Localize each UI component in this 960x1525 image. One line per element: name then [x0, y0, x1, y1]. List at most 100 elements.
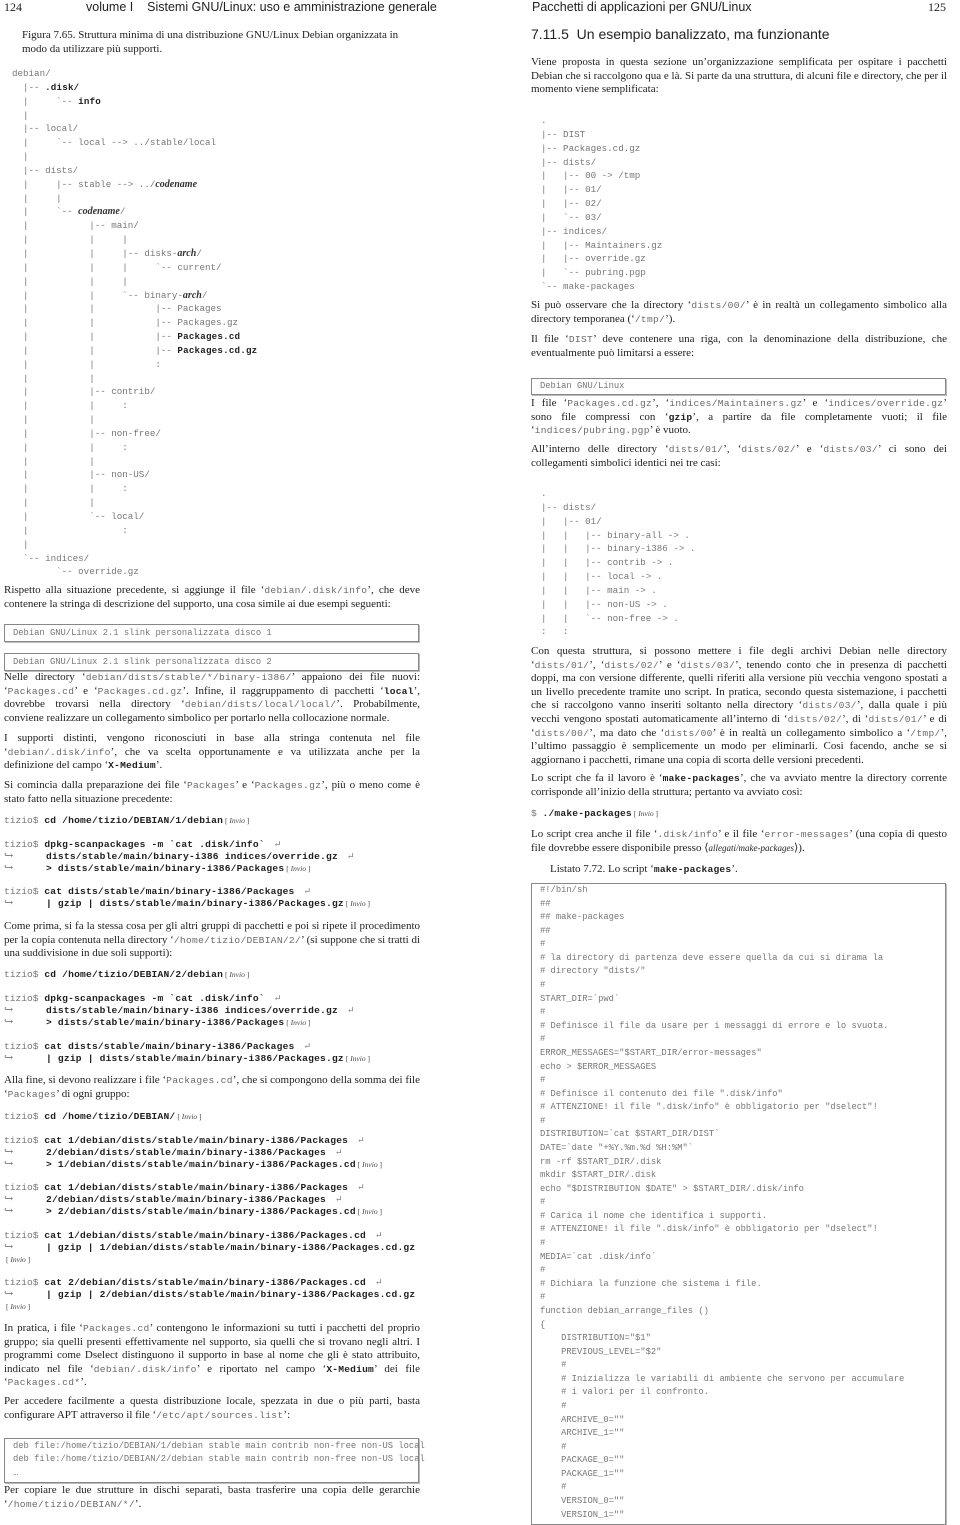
inline-code: Packages.cd*: [7, 1377, 81, 1389]
line: | | :: [12, 441, 128, 453]
figure-caption: Figura 7.65. Struttura minima di una dis…: [22, 29, 399, 55]
shell-prompt: tizio$: [4, 969, 45, 980]
text: ’ e ‘: [795, 443, 824, 455]
line: | | |-- binary-i386 -> .: [541, 543, 696, 555]
line-break-icon: ↵: [303, 886, 312, 896]
text: ’ deve contenere una riga, con la denomi…: [531, 333, 947, 359]
line: #: [540, 1238, 546, 1249]
line: | `-- 03/: [541, 211, 602, 223]
inline-code-bold: info: [78, 95, 102, 107]
inline-code-bold: dpkg-scanpackages -m `cat .disk/info`: [44, 993, 271, 1004]
line: |-- DIST: [541, 128, 586, 140]
line: tizio$ cat 2/debian/dists/stable/main/bi…: [4, 1277, 415, 1289]
inline-code-bold: | gzip | dists/stable/main/binary-i386/P…: [46, 897, 344, 909]
line: | | `-- non-free -> .: [541, 612, 679, 624]
line: # Definisce il file da usare per i messa…: [540, 1020, 889, 1031]
text: | `--: [12, 206, 79, 218]
text: ’ e ‘: [658, 658, 681, 671]
enter-key-label: Invio: [225, 816, 249, 825]
command-block: tizio$ cat dists/stable/main/binary-i386…: [4, 1041, 370, 1065]
text: ’, ‘: [652, 397, 670, 409]
line: | | |-- Packages: [12, 303, 222, 315]
inline-code-bold: cat 1/debian/dists/stable/main/binary-i3…: [44, 1230, 372, 1241]
line: mkdir $START_DIR/.disk: [540, 1170, 657, 1181]
text: /: [201, 289, 208, 301]
continuation-arrow-icon: ↪: [4, 1192, 14, 1205]
line: | | |: [12, 275, 128, 287]
line: | |-- main/: [12, 220, 139, 232]
inline-code: /etc/apt/sources.list: [156, 1409, 284, 1421]
line: : :: [541, 626, 569, 638]
text: ’).: [665, 312, 676, 325]
shell-prompt: tizio$: [4, 1111, 45, 1122]
inline-code-bold: dpkg-scanpackages -m `cat .disk/info`: [44, 839, 271, 850]
inline-code: debian/.disk/info: [93, 1363, 197, 1375]
line: #: [540, 1265, 546, 1276]
text: Nelle directory ‘: [4, 671, 86, 683]
inline-code: indices/pubring.pgp: [534, 425, 650, 437]
line: ↪ > dists/stable/main/binary-i386/Package…: [4, 862, 354, 875]
text: ’, ma dato che ‘: [589, 726, 665, 739]
inline-code: dists/01/: [868, 713, 923, 725]
continuation-arrow-icon: ↪: [4, 849, 14, 862]
paragraph: Alla fine, si devono realizzare i file ‘…: [4, 1074, 420, 1101]
inline-code: Packages.cd: [166, 1075, 233, 1086]
shell-prompt: tizio$: [4, 815, 45, 826]
line-break-icon: ↵: [334, 1146, 343, 1157]
inline-code: Packages: [186, 780, 236, 791]
enter-key-label: Invio: [358, 1160, 382, 1169]
inline-code: dists/03/: [680, 659, 736, 671]
line: #: [540, 1007, 546, 1018]
placeholder-italic: codename: [78, 206, 120, 218]
line: # Carica il nome che identifica i suppor…: [540, 1210, 767, 1221]
enter-key-label: Invio: [358, 1207, 382, 1216]
inline-code-bold: X-Medium: [108, 760, 156, 772]
line: | | |-- main -> .: [541, 584, 657, 596]
line: `-- indices/: [12, 552, 90, 564]
inline-code: Packages.cd.gz: [567, 398, 653, 409]
line: {: [540, 1319, 546, 1330]
shell-prompt: tizio$: [4, 886, 45, 897]
text: ’ è in realtà un collegamento simbolico …: [712, 726, 911, 739]
inline-code: dists/00/: [534, 727, 590, 739]
enter-key-label: Invio: [346, 1054, 370, 1063]
line: Invio: [4, 1254, 415, 1266]
text: Si comincia dalla preparazione dei file …: [4, 779, 187, 791]
line: rm -rf $START_DIR/.disk: [540, 1156, 662, 1167]
inline-code-bold: > 1/debian/dists/stable/main/binary-i386…: [46, 1158, 356, 1170]
inline-code: dists/01/: [534, 659, 590, 671]
inline-code-bold: make-packages: [653, 864, 732, 875]
line: ↪ dists/stable/main/binary-i386 indices/o…: [4, 849, 354, 863]
line: #: [540, 1115, 546, 1126]
line: debian/: [12, 68, 51, 79]
text: ’.: [134, 1497, 142, 1510]
line: #: [540, 939, 546, 950]
paragraph: I file ‘Packages.cd.gz’, ‘indices/Mainta…: [531, 397, 947, 438]
line: |-- dists/: [12, 164, 79, 176]
enter-key-label: Invio: [634, 809, 658, 818]
line: #: [540, 1400, 567, 1411]
line: ##: [540, 898, 551, 909]
line-break-icon: ↵: [273, 839, 282, 849]
text: | | `-- binary-: [12, 289, 183, 301]
inline-code-bold: 2/debian/dists/stable/main/binary-i386/P…: [46, 1193, 332, 1205]
line: DATE=`date "+%Y.%m.%d %H:%M"`: [540, 1142, 694, 1153]
paragraph: Lo script crea anche il file ‘.disk/info…: [531, 828, 947, 855]
line: |-- indices/: [541, 225, 608, 237]
line: | |-- override.gz: [541, 253, 646, 265]
shell-prompt: $: [531, 808, 543, 819]
command-block: $ ./make-packagesInvio: [531, 808, 658, 820]
line: # i valori per il confronto.: [540, 1387, 709, 1398]
text: Alla fine, si devono realizzare i file ‘: [4, 1074, 167, 1086]
line: Invio: [4, 1301, 415, 1313]
inline-code: /home/tizio/DEBIAN/2/: [173, 934, 302, 946]
inline-code-bold: cat 1/debian/dists/stable/main/binary-i3…: [44, 1135, 355, 1146]
text: Lo script crea anche il file ‘: [531, 828, 658, 840]
line: #: [540, 1360, 567, 1371]
inline-code-bold: cd /home/tizio/DEBIAN/1/debian: [44, 815, 224, 826]
shell-prompt: tizio$: [4, 993, 45, 1004]
line: .: [541, 488, 547, 499]
text: ’ e ‘: [74, 684, 98, 697]
line: ↪ > 1/debian/dists/stable/main/binary-i38…: [4, 1158, 382, 1171]
paragraph: Per accedere facilmente a questa distrib…: [4, 1395, 420, 1422]
